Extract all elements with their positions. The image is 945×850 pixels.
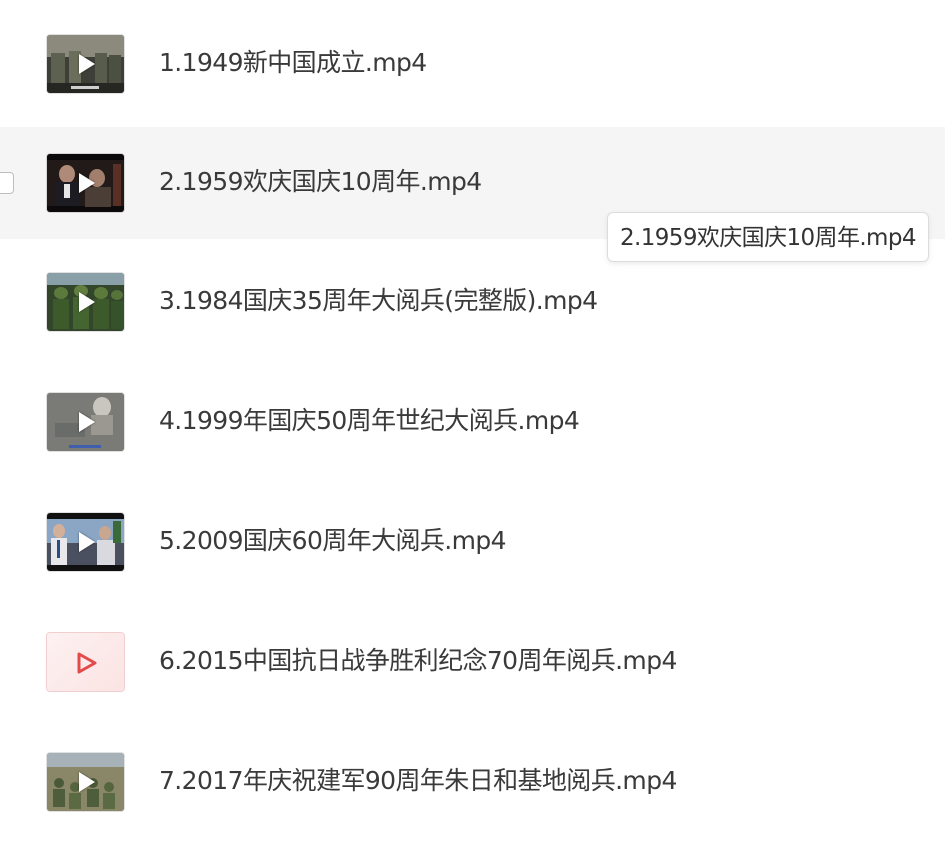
play-icon [78, 292, 95, 312]
play-icon [78, 54, 95, 74]
file-name[interactable]: 1.1949新中国成立.mp4 [159, 48, 427, 78]
video-thumbnail[interactable] [47, 393, 124, 451]
play-icon [78, 173, 95, 193]
video-file-list: 1.1949新中国成立.mp4 2.1959欢庆国庆10周年.mp4 3.198… [0, 0, 945, 850]
video-thumbnail[interactable] [47, 154, 124, 212]
play-outline-icon [77, 652, 97, 674]
file-row[interactable]: 1.1949新中国成立.mp4 [0, 8, 945, 120]
file-row[interactable]: 4.1999年国庆50周年世纪大阅兵.mp4 [0, 366, 945, 478]
filename-tooltip: 2.1959欢庆国庆10周年.mp4 [607, 212, 929, 262]
play-icon [78, 772, 95, 792]
video-thumbnail[interactable] [47, 513, 124, 571]
row-checkbox[interactable] [0, 172, 14, 194]
file-row[interactable]: 5.2009国庆60周年大阅兵.mp4 [0, 486, 945, 598]
file-name[interactable]: 5.2009国庆60周年大阅兵.mp4 [159, 526, 507, 556]
file-name[interactable]: 4.1999年国庆50周年世纪大阅兵.mp4 [159, 406, 580, 436]
file-name[interactable]: 7.2017年庆祝建军90周年朱日和基地阅兵.mp4 [159, 766, 677, 796]
file-name[interactable]: 3.1984国庆35周年大阅兵(完整版).mp4 [159, 286, 598, 316]
file-row[interactable]: 7.2017年庆祝建军90周年朱日和基地阅兵.mp4 [0, 726, 945, 838]
video-file-icon[interactable] [47, 633, 124, 691]
file-row[interactable]: 6.2015中国抗日战争胜利纪念70周年阅兵.mp4 [0, 606, 945, 718]
play-icon [78, 532, 95, 552]
file-name[interactable]: 6.2015中国抗日战争胜利纪念70周年阅兵.mp4 [159, 646, 677, 676]
file-name[interactable]: 2.1959欢庆国庆10周年.mp4 [159, 167, 482, 197]
video-thumbnail[interactable] [47, 35, 124, 93]
video-thumbnail[interactable] [47, 753, 124, 811]
video-thumbnail[interactable] [47, 273, 124, 331]
play-icon [78, 412, 95, 432]
